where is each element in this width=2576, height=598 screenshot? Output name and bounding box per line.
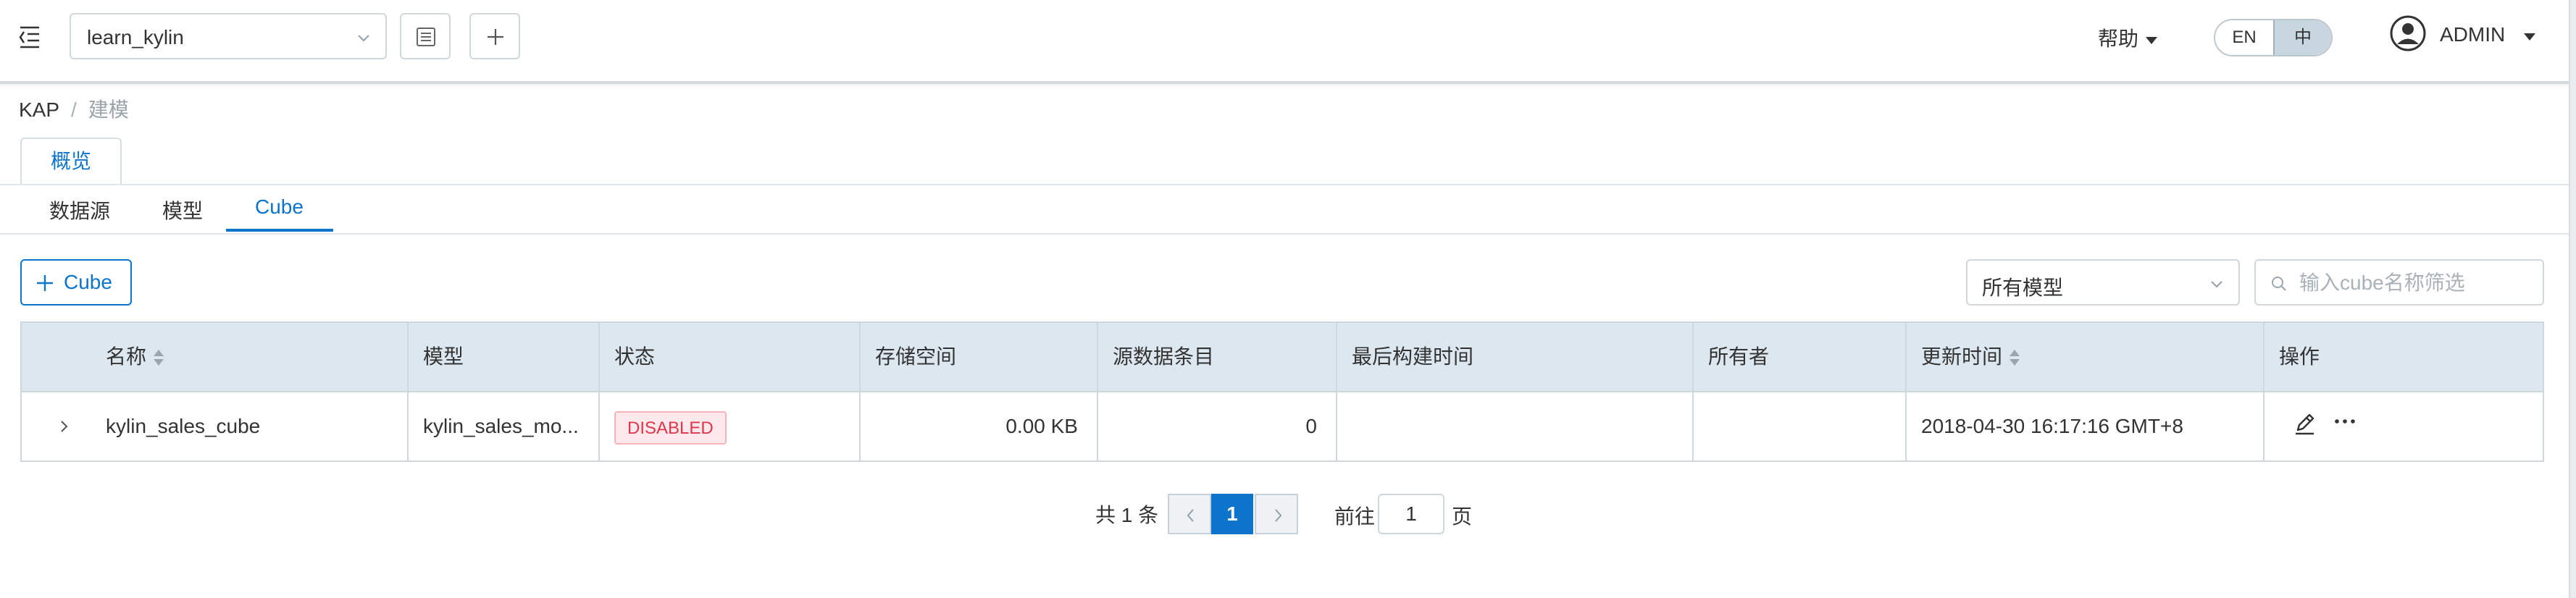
column-header-label: 名称 xyxy=(106,345,147,368)
caret-down-icon xyxy=(2146,36,2158,44)
pagination-total: 共 1 条 xyxy=(1095,500,1158,528)
subtab-model[interactable]: 模型 xyxy=(162,195,203,224)
sort-icon[interactable] xyxy=(154,349,164,367)
cell-last-build xyxy=(1337,392,1694,460)
cell-updated: 2018-04-30 16:17:16 GMT+8 xyxy=(1907,392,2265,460)
cell-owner xyxy=(1694,392,1907,460)
add-cube-button[interactable]: Cube xyxy=(20,259,132,306)
table-header: 名称 模型 状态 存储空间 源数据条目 最后构建时间 所有者 更新时间 操作 xyxy=(22,323,2543,392)
project-select-value: learn_kylin xyxy=(87,26,184,49)
status-badge: DISABLED xyxy=(614,410,727,445)
active-tab-indicator xyxy=(226,229,333,232)
subtab-bar: 数据源 模型 Cube xyxy=(0,190,2570,235)
column-header-name[interactable]: 名称 xyxy=(22,323,409,391)
lang-zh-option[interactable]: 中 xyxy=(2273,20,2331,55)
next-page-button[interactable] xyxy=(1255,494,1298,534)
cube-name[interactable]: kylin_sales_cube xyxy=(106,415,260,437)
plus-icon xyxy=(488,29,503,45)
list-icon xyxy=(417,28,435,46)
goto-suffix: 页 xyxy=(1452,505,1473,528)
top-header: learn_kylin 帮助 EN 中 ADMIN xyxy=(0,0,2570,84)
pagination-total-prefix: 共 xyxy=(1095,504,1116,526)
chevron-right-icon xyxy=(1275,509,1282,522)
cell-model: kylin_sales_mo... xyxy=(409,392,600,460)
column-header-owner: 所有者 xyxy=(1694,323,1907,391)
column-header-last-build: 最后构建时间 xyxy=(1337,323,1694,391)
project-list-button[interactable] xyxy=(400,13,451,59)
project-select[interactable]: learn_kylin xyxy=(70,13,387,59)
scrollbar-track[interactable] xyxy=(2569,0,2576,598)
column-header-updated[interactable]: 更新时间 xyxy=(1907,323,2265,391)
column-header-source-records: 源数据条目 xyxy=(1098,323,1337,391)
help-menu[interactable]: 帮助 xyxy=(2098,23,2158,52)
cell-actions xyxy=(2265,392,2543,460)
cube-table: 名称 模型 状态 存储空间 源数据条目 最后构建时间 所有者 更新时间 操作 k… xyxy=(20,321,2544,462)
subtab-cube[interactable]: Cube xyxy=(255,195,304,219)
breadcrumb: KAP / 建模 xyxy=(19,94,129,123)
page: learn_kylin 帮助 EN 中 ADMIN KAP / 建模 概览 数据… xyxy=(0,0,2576,598)
column-header-storage: 存储空间 xyxy=(861,323,1098,391)
search-icon xyxy=(2272,277,2286,291)
caret-down-icon xyxy=(2524,33,2535,41)
goto-page-input[interactable] xyxy=(1378,494,1444,534)
cube-search-input[interactable] xyxy=(2298,269,2533,297)
more-icon[interactable] xyxy=(2333,417,2359,426)
column-header-label: 更新时间 xyxy=(1921,345,2003,368)
help-label: 帮助 xyxy=(2098,28,2139,50)
lang-en-option[interactable]: EN xyxy=(2215,20,2273,55)
plus-icon xyxy=(37,275,53,291)
subtab-datasource[interactable]: 数据源 xyxy=(49,195,110,224)
sort-icon[interactable] xyxy=(2010,349,2020,367)
breadcrumb-separator: / xyxy=(71,98,77,121)
edit-icon[interactable] xyxy=(2292,411,2318,437)
pagination-total-count: 1 xyxy=(1121,504,1133,526)
add-cube-label: Cube xyxy=(64,271,112,293)
menu-toggle-icon[interactable] xyxy=(17,23,43,49)
expand-row-icon[interactable] xyxy=(58,418,71,434)
column-header-status: 状态 xyxy=(600,323,861,391)
tab-divider xyxy=(0,184,2570,185)
cell-status: DISABLED xyxy=(600,392,861,460)
pagination-total-suffix: 条 xyxy=(1138,504,1159,526)
column-header-actions: 操作 xyxy=(2279,345,2320,368)
breadcrumb-current: 建模 xyxy=(88,98,129,121)
cube-search-box[interactable] xyxy=(2254,259,2544,306)
model-filter-select[interactable]: 所有模型 xyxy=(1966,259,2240,306)
chevron-down-icon xyxy=(2209,277,2224,295)
user-avatar-icon xyxy=(2390,15,2426,51)
column-header-model: 模型 xyxy=(409,323,600,391)
add-project-button[interactable] xyxy=(469,13,520,59)
chevron-left-icon xyxy=(1187,509,1194,522)
cell-name: kylin_sales_cube xyxy=(22,392,409,460)
table-row[interactable]: kylin_sales_cube kylin_sales_mo... DISAB… xyxy=(22,392,2543,460)
tab-overview[interactable]: 概览 xyxy=(20,138,122,184)
page-number-current[interactable]: 1 xyxy=(1211,494,1253,534)
model-filter-value: 所有模型 xyxy=(1982,277,2064,299)
user-name: ADMIN xyxy=(2440,23,2506,46)
chevron-down-icon xyxy=(356,30,371,45)
cell-source-records: 0 xyxy=(1098,392,1337,460)
cell-storage: 0.00 KB xyxy=(861,392,1098,460)
language-toggle[interactable]: EN 中 xyxy=(2214,19,2333,56)
goto-label: 前往 xyxy=(1334,505,1376,528)
breadcrumb-root[interactable]: KAP xyxy=(19,98,59,121)
prev-page-button[interactable] xyxy=(1168,494,1211,534)
